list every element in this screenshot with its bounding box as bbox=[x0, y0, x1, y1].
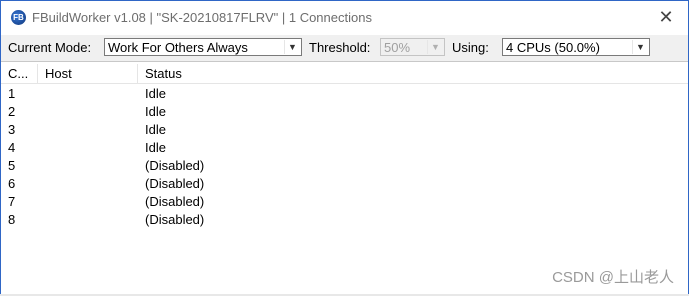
status-cell: Idle bbox=[145, 140, 166, 155]
chevron-down-icon[interactable]: ▼ bbox=[632, 40, 648, 54]
chevron-down-icon: ▼ bbox=[427, 40, 443, 54]
column-header-host[interactable]: Host bbox=[38, 64, 138, 83]
using-value: 4 CPUs (50.0%) bbox=[506, 40, 600, 55]
current-mode-select[interactable]: Work For Others Always ▼ bbox=[104, 38, 302, 56]
status-cell: (Disabled) bbox=[145, 212, 205, 227]
list-item[interactable]: 6 (Disabled) bbox=[1, 175, 688, 193]
status-cell: Idle bbox=[145, 104, 166, 119]
cpu-cell: 4 bbox=[8, 140, 16, 155]
cpu-cell: 5 bbox=[8, 158, 16, 173]
status-cell: (Disabled) bbox=[145, 176, 205, 191]
list-header: C... Host Status bbox=[1, 64, 688, 84]
list-item[interactable]: 2 Idle bbox=[1, 103, 688, 121]
current-mode-label: Current Mode: bbox=[8, 40, 92, 55]
window-title: FBuildWorker v1.08 | "SK-20210817FLRV" |… bbox=[32, 10, 372, 25]
status-cell: (Disabled) bbox=[145, 194, 205, 209]
chevron-down-icon[interactable]: ▼ bbox=[284, 40, 300, 54]
using-label: Using: bbox=[452, 40, 489, 55]
threshold-label: Threshold: bbox=[309, 40, 371, 55]
cpu-cell: 7 bbox=[8, 194, 16, 209]
cpu-cell: 3 bbox=[8, 122, 16, 137]
cpu-cell: 1 bbox=[8, 86, 16, 101]
list-item[interactable]: 8 (Disabled) bbox=[1, 211, 688, 229]
title-bar[interactable]: FB FBuildWorker v1.08 | "SK-20210817FLRV… bbox=[1, 1, 688, 35]
list-item[interactable]: 4 Idle bbox=[1, 139, 688, 157]
close-button[interactable]: ✕ bbox=[644, 1, 688, 33]
list-item[interactable]: 5 (Disabled) bbox=[1, 157, 688, 175]
threshold-value: 50% bbox=[384, 40, 411, 55]
status-cell: (Disabled) bbox=[145, 158, 205, 173]
status-cell: Idle bbox=[145, 122, 166, 137]
list-item[interactable]: 7 (Disabled) bbox=[1, 193, 688, 211]
app-icon: FB bbox=[11, 10, 26, 25]
close-icon: ✕ bbox=[658, 7, 674, 27]
column-header-cpu[interactable]: C... bbox=[1, 64, 38, 83]
cpu-cell: 6 bbox=[8, 176, 16, 191]
threshold-select: 50% ▼ bbox=[380, 38, 445, 56]
list-item[interactable]: 3 Idle bbox=[1, 121, 688, 139]
app-window: FB FBuildWorker v1.08 | "SK-20210817FLRV… bbox=[0, 0, 689, 296]
using-select[interactable]: 4 CPUs (50.0%) ▼ bbox=[502, 38, 650, 56]
cpu-cell: 2 bbox=[8, 104, 16, 119]
watermark-text: CSDN @上山老人 bbox=[552, 269, 674, 286]
cpu-cell: 8 bbox=[8, 212, 16, 227]
status-cell: Idle bbox=[145, 86, 166, 101]
toolbar: Current Mode: Work For Others Always ▼ T… bbox=[1, 35, 688, 62]
column-header-status[interactable]: Status bbox=[138, 64, 688, 83]
current-mode-value: Work For Others Always bbox=[108, 40, 248, 55]
list-item[interactable]: 1 Idle bbox=[1, 85, 688, 103]
